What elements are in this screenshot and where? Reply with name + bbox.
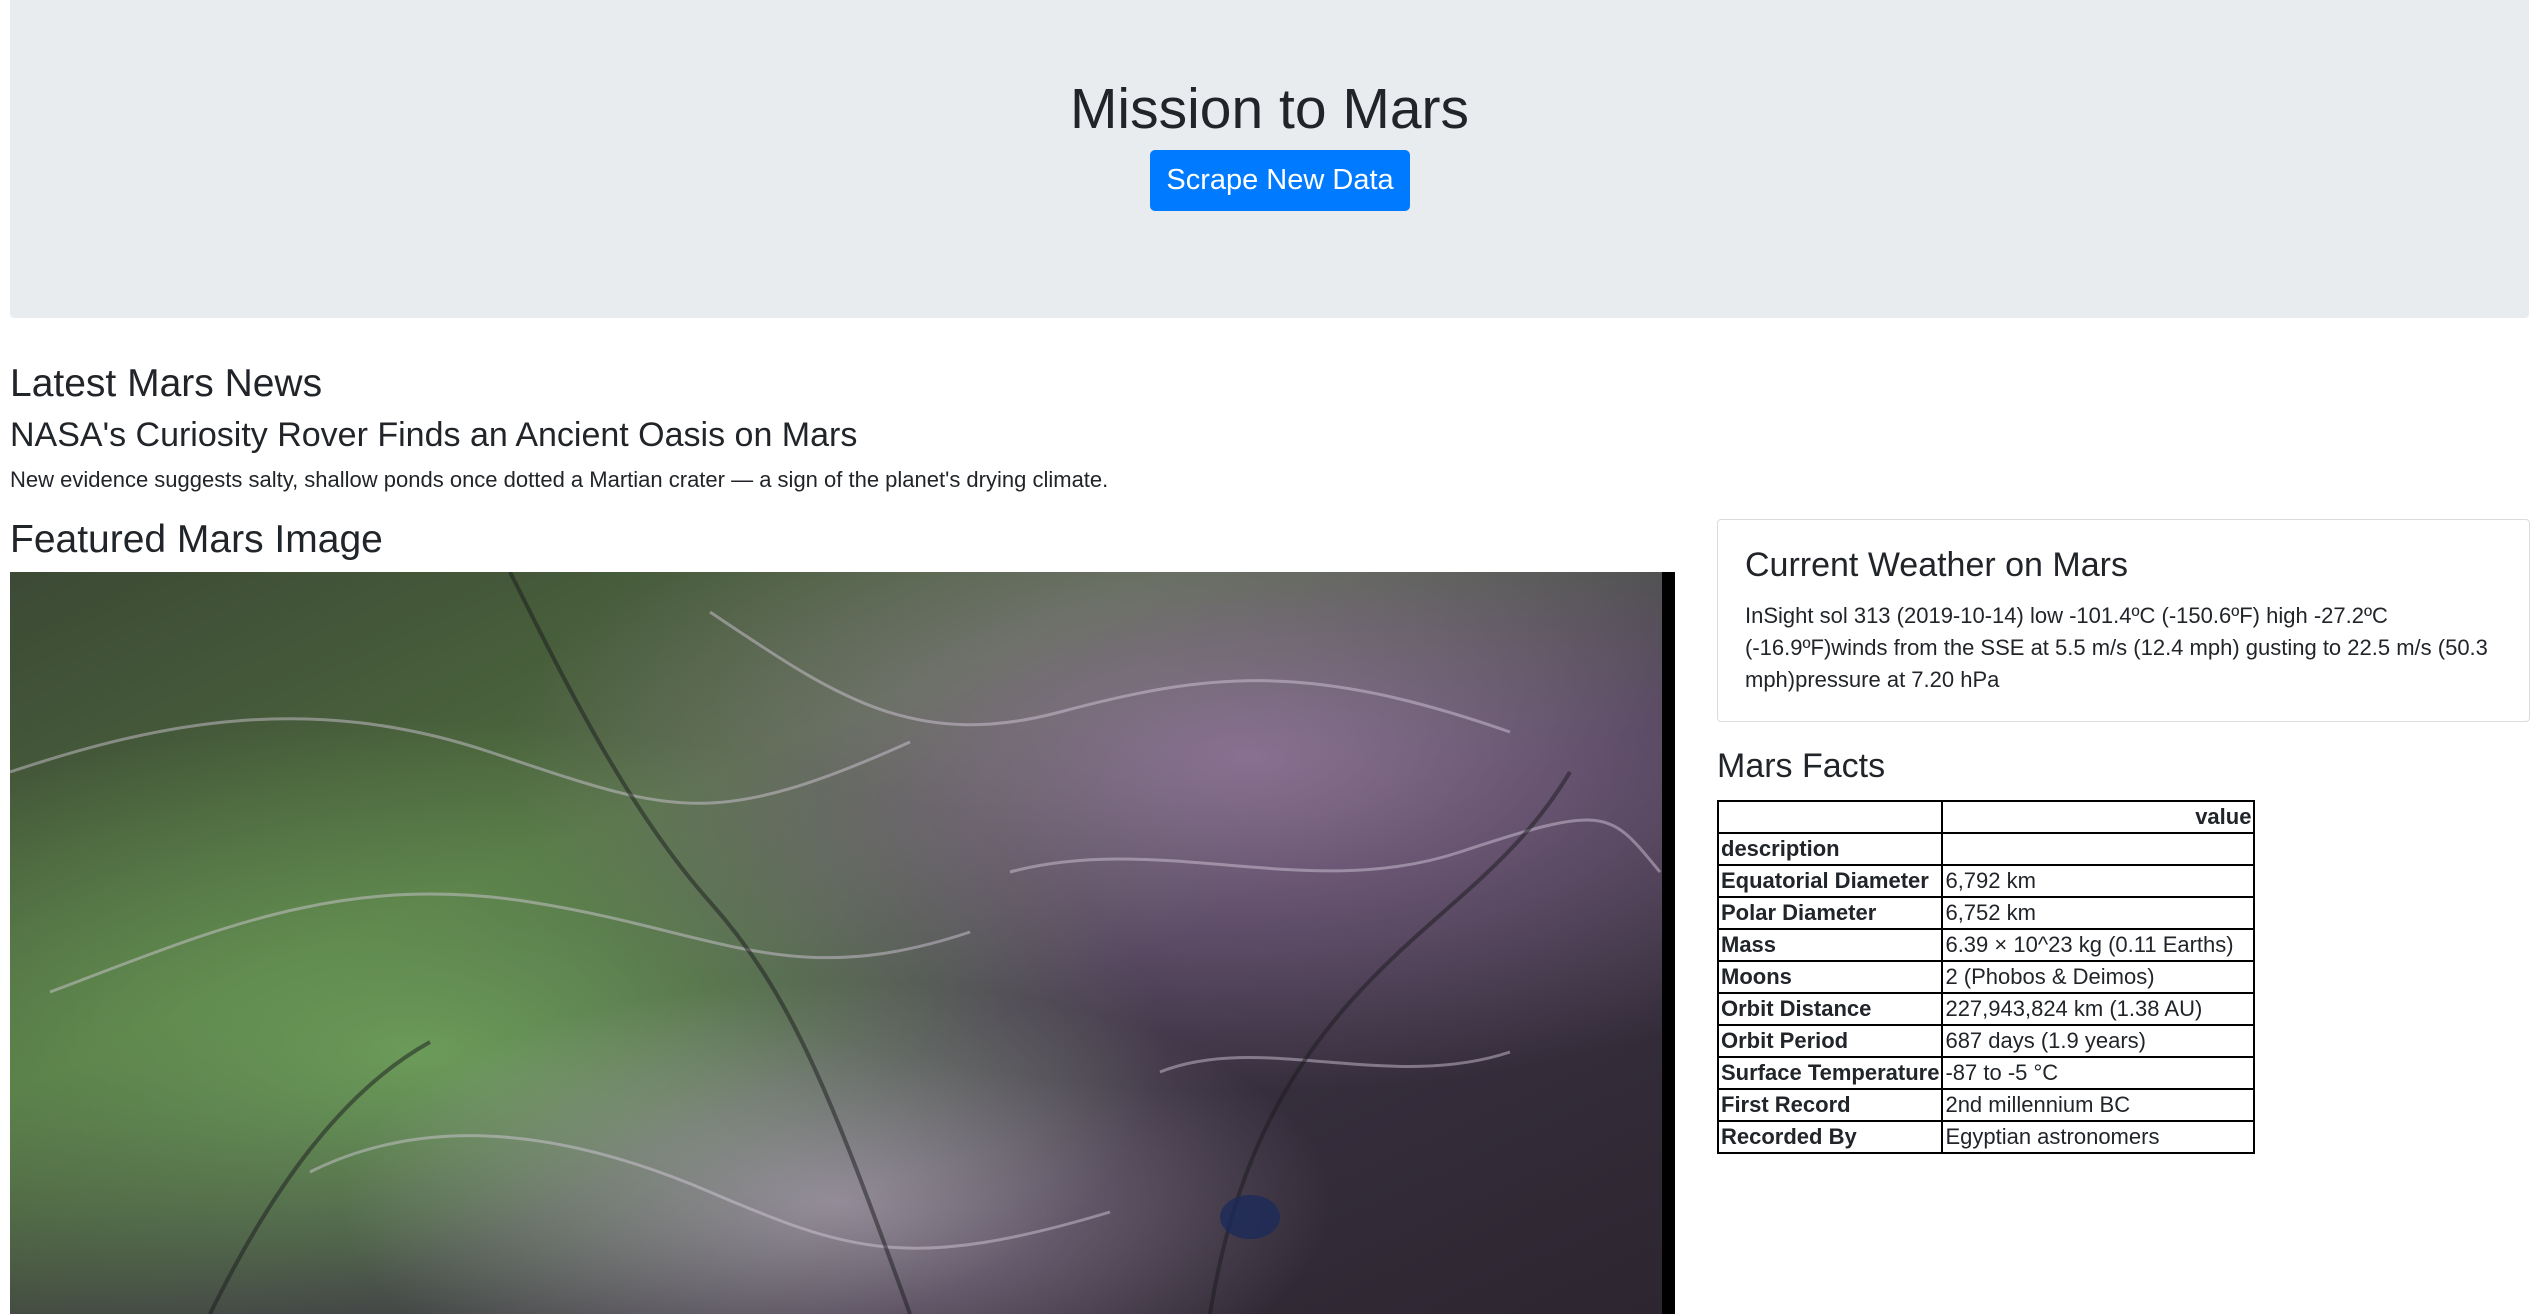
fact-value: 6.39 × 10^23 kg (0.11 Earths)	[1941, 928, 2256, 962]
mars-facts-heading: Mars Facts	[1717, 747, 1886, 785]
fact-label: Surface Temperature	[1716, 1056, 1944, 1090]
fact-value: 2 (Phobos & Deimos)	[1941, 960, 2256, 994]
featured-mars-image	[10, 572, 1675, 1314]
table-row: Orbit Distance 227,943,824 km (1.38 AU)	[1716, 992, 2256, 1026]
table-header-cell	[1941, 832, 2256, 866]
table-row: Orbit Period 687 days (1.9 years)	[1716, 1024, 2256, 1058]
table-index-row: description	[1716, 832, 2256, 866]
fact-label: Orbit Period	[1716, 1024, 1944, 1058]
fact-value: 2nd millennium BC	[1941, 1088, 2256, 1122]
mars-facts-table: value description Equatorial Diameter 6,…	[1716, 800, 2256, 1154]
fact-value: 6,752 km	[1941, 896, 2256, 930]
fact-value: 227,943,824 km (1.38 AU)	[1941, 992, 2256, 1026]
fact-value: 6,792 km	[1941, 864, 2256, 898]
table-index-label: description	[1716, 832, 1944, 866]
weather-title: Current Weather on Mars	[1745, 546, 2128, 584]
jumbotron-header: Mission to Mars Scrape New Data	[10, 0, 2529, 318]
table-row: First Record 2nd millennium BC	[1716, 1088, 2256, 1122]
fact-value: 687 days (1.9 years)	[1941, 1024, 2256, 1058]
table-row: Equatorial Diameter 6,792 km	[1716, 864, 2256, 898]
weather-card: Current Weather on Mars InSight sol 313 …	[1717, 519, 2530, 722]
fact-value: Egyptian astronomers	[1941, 1120, 2256, 1154]
latest-news-heading: Latest Mars News	[10, 362, 323, 405]
fact-label: First Record	[1716, 1088, 1944, 1122]
fact-label: Orbit Distance	[1716, 992, 1944, 1026]
fact-label: Mass	[1716, 928, 1944, 962]
table-header-row: value	[1716, 800, 2256, 834]
table-row: Surface Temperature -87 to -5 °C	[1716, 1056, 2256, 1090]
fact-label: Recorded By	[1716, 1120, 1944, 1154]
table-row: Polar Diameter 6,752 km	[1716, 896, 2256, 930]
fact-label: Moons	[1716, 960, 1944, 994]
table-header-cell	[1716, 800, 1944, 834]
table-row: Mass 6.39 × 10^23 kg (0.11 Earths)	[1716, 928, 2256, 962]
fact-value: -87 to -5 °C	[1941, 1056, 2256, 1090]
table-header-cell: value	[1941, 800, 2256, 834]
table-row: Recorded By Egyptian astronomers	[1716, 1120, 2256, 1154]
weather-report: InSight sol 313 (2019-10-14) low -101.4º…	[1745, 603, 2488, 692]
page-title: Mission to Mars	[1069, 77, 1470, 141]
news-headline: NASA's Curiosity Rover Finds an Ancient …	[10, 416, 858, 454]
fact-label: Equatorial Diameter	[1716, 864, 1944, 898]
fact-label: Polar Diameter	[1716, 896, 1944, 930]
scrape-new-data-button[interactable]: Scrape New Data	[1150, 150, 1410, 211]
news-teaser: New evidence suggests salty, shallow pon…	[10, 467, 1109, 492]
table-row: Moons 2 (Phobos & Deimos)	[1716, 960, 2256, 994]
featured-image-heading: Featured Mars Image	[10, 518, 383, 561]
